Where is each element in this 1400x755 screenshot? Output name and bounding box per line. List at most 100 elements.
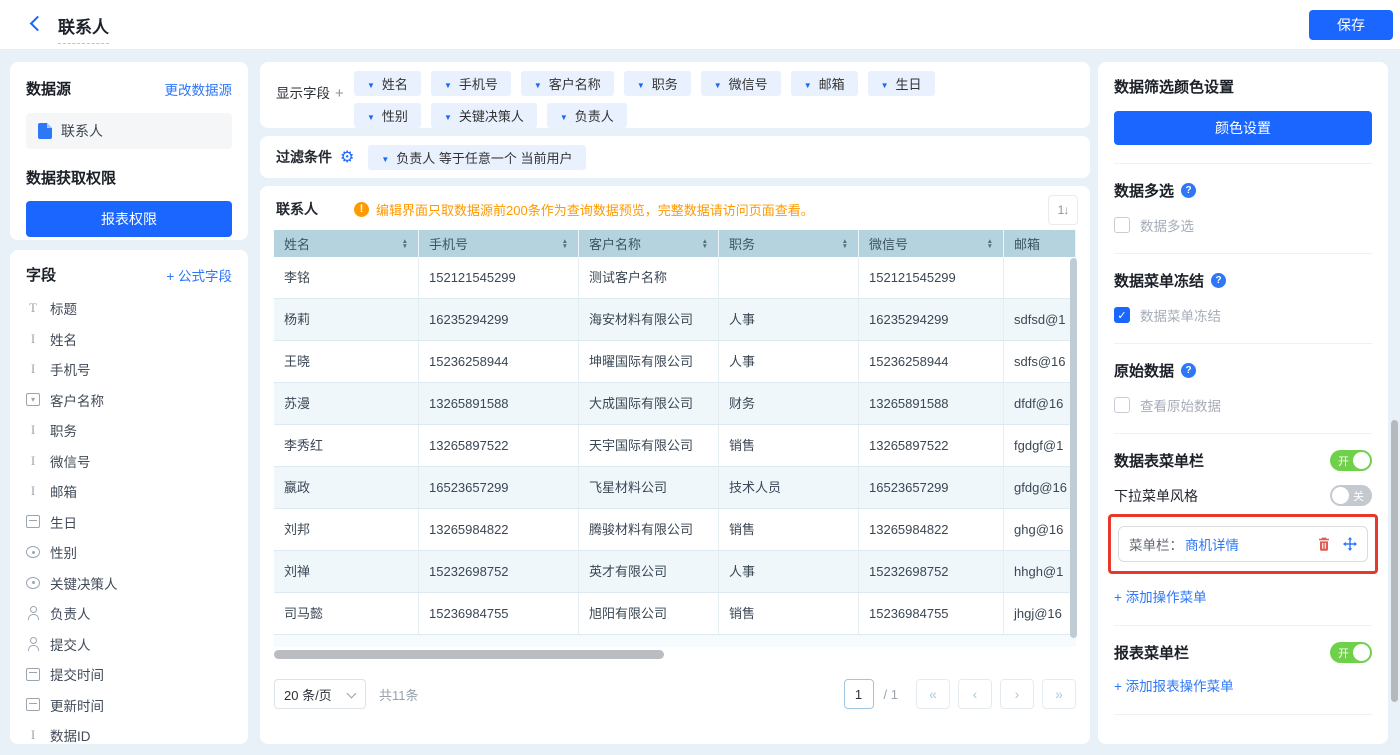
table-cell: 财务 bbox=[719, 383, 859, 424]
datasource-item[interactable]: 联系人 bbox=[26, 113, 232, 149]
table-cell: 英才有限公司 bbox=[579, 551, 719, 592]
sort-icon[interactable] bbox=[842, 239, 848, 249]
field-item[interactable]: 邮箱 bbox=[26, 476, 232, 507]
date-icon bbox=[26, 698, 40, 711]
table-cell: 人事 bbox=[719, 299, 859, 340]
table-row[interactable]: 李铭152121545299测试客户名称152121545299 bbox=[274, 257, 1076, 299]
field-item[interactable]: 手机号 bbox=[26, 354, 232, 385]
move-icon[interactable] bbox=[1343, 537, 1357, 551]
save-button[interactable]: 保存 bbox=[1309, 10, 1393, 40]
sort-icon[interactable] bbox=[987, 239, 993, 249]
table-row[interactable]: 嬴政16523657299飞星材料公司技术人员16523657299gfdg@1… bbox=[274, 467, 1076, 509]
report-menu-toggle[interactable]: 开 bbox=[1330, 642, 1372, 663]
help-icon[interactable] bbox=[1181, 363, 1196, 378]
add-action-menu-link[interactable]: + 添加操作菜单 bbox=[1114, 586, 1207, 606]
sort-icon[interactable] bbox=[562, 239, 568, 249]
report-permission-button[interactable]: 报表权限 bbox=[26, 201, 232, 237]
table-row[interactable]: 李秀红13265897522天宇国际有限公司销售13265897522fgdgf… bbox=[274, 425, 1076, 467]
change-datasource-link[interactable]: 更改数据源 bbox=[165, 79, 233, 99]
field-item[interactable]: 生日 bbox=[26, 507, 232, 538]
sort-icon[interactable] bbox=[402, 239, 408, 249]
gear-icon[interactable] bbox=[340, 147, 354, 167]
add-formula-field-link[interactable]: + 公式字段 bbox=[166, 265, 232, 285]
add-report-action-menu-link[interactable]: + 添加报表操作菜单 bbox=[1114, 675, 1234, 695]
field-item[interactable]: 职务 bbox=[26, 415, 232, 446]
menu-bar-item[interactable]: 菜单栏： 商机详情 bbox=[1118, 526, 1368, 562]
table-cell bbox=[1004, 257, 1076, 298]
field-item[interactable]: 负责人 bbox=[26, 598, 232, 629]
field-item[interactable]: 标题 bbox=[26, 293, 232, 324]
color-settings-button[interactable]: 颜色设置 bbox=[1114, 111, 1372, 145]
column-header[interactable]: 微信号 bbox=[859, 230, 1004, 257]
checkbox-unchecked-icon[interactable] bbox=[1114, 217, 1130, 233]
multi-select-checkbox-row[interactable]: 数据多选 bbox=[1114, 215, 1372, 235]
column-header[interactable]: 客户名称 bbox=[579, 230, 719, 257]
sort-order-button[interactable] bbox=[1048, 195, 1078, 225]
previous-page-button[interactable] bbox=[958, 679, 992, 709]
field-item[interactable]: 更新时间 bbox=[26, 690, 232, 721]
field-item[interactable]: 性别 bbox=[26, 537, 232, 568]
display-field-chip[interactable]: 手机号 bbox=[431, 71, 511, 96]
field-item[interactable]: 提交时间 bbox=[26, 659, 232, 690]
display-field-chip[interactable]: 邮箱 bbox=[791, 71, 858, 96]
table-horizontal-scrollbar-thumb[interactable] bbox=[274, 650, 664, 659]
table-cell: 杨莉 bbox=[274, 299, 419, 340]
column-header[interactable]: 手机号 bbox=[419, 230, 579, 257]
display-field-chip[interactable]: 姓名 bbox=[354, 71, 421, 96]
table-horizontal-scrollbar-track[interactable] bbox=[274, 650, 1076, 659]
checkbox-unchecked-icon[interactable] bbox=[1114, 397, 1130, 413]
add-display-field-button[interactable]: + bbox=[335, 85, 344, 102]
table-row[interactable]: 王晓15236258944坤曜国际有限公司人事15236258944sdfs@1… bbox=[274, 341, 1076, 383]
next-page-button[interactable] bbox=[1000, 679, 1034, 709]
table-row[interactable]: 刘邦13265984822腾骏材料有限公司销售13265984822ghg@16 bbox=[274, 509, 1076, 551]
dropdown-style-toggle[interactable]: 关 bbox=[1330, 485, 1372, 506]
display-field-chip[interactable]: 关键决策人 bbox=[431, 103, 537, 128]
help-icon[interactable] bbox=[1181, 183, 1196, 198]
help-icon[interactable] bbox=[1211, 273, 1226, 288]
table-row[interactable]: 司马懿15236984755旭阳有限公司销售15236984755jhgj@16 bbox=[274, 593, 1076, 635]
column-header[interactable]: 邮箱 bbox=[1004, 230, 1076, 257]
page-size-select[interactable]: 20 条/页 bbox=[274, 679, 366, 709]
back-icon[interactable] bbox=[30, 17, 42, 29]
display-field-chip[interactable]: 客户名称 bbox=[521, 71, 614, 96]
column-header[interactable]: 姓名 bbox=[274, 230, 419, 257]
table-cell: 销售 bbox=[719, 509, 859, 550]
menu-item-name-link[interactable]: 商机详情 bbox=[1185, 534, 1239, 554]
menu-freeze-checkbox-row[interactable]: 数据菜单冻结 bbox=[1114, 305, 1372, 325]
filter-label: 过滤条件 bbox=[276, 147, 332, 167]
chevron-down-icon bbox=[881, 76, 889, 91]
table-cell: 人事 bbox=[719, 341, 859, 382]
text-icon bbox=[26, 332, 40, 346]
field-item[interactable]: 客户名称 bbox=[26, 385, 232, 416]
display-field-chip[interactable]: 生日 bbox=[868, 71, 935, 96]
display-field-chip[interactable]: 负责人 bbox=[547, 103, 627, 128]
table-vertical-scrollbar[interactable] bbox=[1070, 258, 1077, 638]
filter-condition-chip[interactable]: 负责人 等于任意一个 当前用户 bbox=[368, 145, 585, 170]
current-page-input[interactable]: 1 bbox=[844, 679, 874, 709]
table-row[interactable]: 杨莉16235294299海安材料有限公司人事16235294299sdfsd@… bbox=[274, 299, 1076, 341]
display-fields-label: 显示字段+ bbox=[276, 82, 344, 102]
table-menu-toggle[interactable]: 开 bbox=[1330, 450, 1372, 471]
table-row[interactable]: 苏漫13265891588大成国际有限公司财务13265891588dfdf@1… bbox=[274, 383, 1076, 425]
display-field-chip[interactable]: 性别 bbox=[354, 103, 421, 128]
table-cell: 16235294299 bbox=[419, 299, 579, 340]
field-item[interactable]: 数据ID bbox=[26, 720, 232, 744]
table-cell: sdfsd@1 bbox=[1004, 299, 1076, 340]
display-field-chip[interactable]: 微信号 bbox=[701, 71, 781, 96]
column-header[interactable]: 职务 bbox=[719, 230, 859, 257]
display-field-chip[interactable]: 职务 bbox=[624, 71, 691, 96]
table-row[interactable]: 刘禅15232698752英才有限公司人事15232698752hhgh@1 bbox=[274, 551, 1076, 593]
sort-icon[interactable] bbox=[702, 239, 708, 249]
first-page-button[interactable] bbox=[916, 679, 950, 709]
window-vertical-scrollbar[interactable] bbox=[1391, 420, 1398, 702]
raw-data-checkbox-row[interactable]: 查看原始数据 bbox=[1114, 395, 1372, 415]
fields-title: 字段 bbox=[26, 264, 56, 285]
table-cell: 司马懿 bbox=[274, 593, 419, 634]
field-item[interactable]: 关键决策人 bbox=[26, 568, 232, 599]
trash-icon[interactable] bbox=[1317, 537, 1331, 551]
field-item[interactable]: 提交人 bbox=[26, 629, 232, 660]
field-item[interactable]: 姓名 bbox=[26, 324, 232, 355]
last-page-button[interactable] bbox=[1042, 679, 1076, 709]
checkbox-checked-icon[interactable] bbox=[1114, 307, 1130, 323]
field-item[interactable]: 微信号 bbox=[26, 446, 232, 477]
